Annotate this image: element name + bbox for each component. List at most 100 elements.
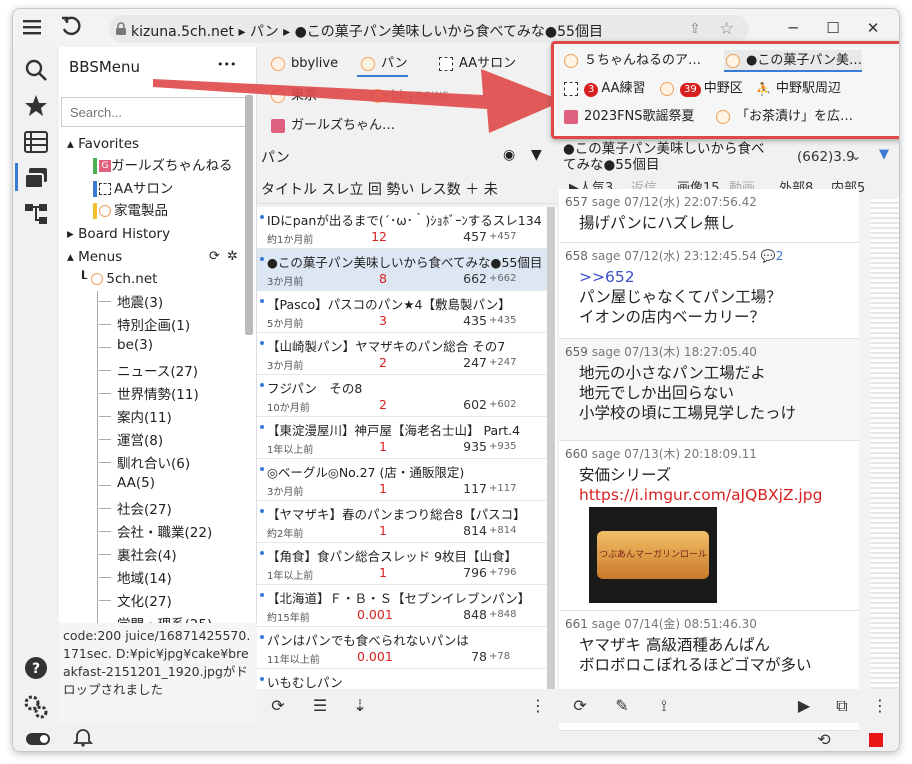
category-item[interactable]: 地震(3) [117,291,163,311]
unread-dot [260,467,264,471]
thread-row[interactable]: フジパン その8 10か月前 2 602 +602 [257,375,547,417]
post: 657 sage 07/12(水) 22:07:56.42 揚げパンにハズレ無し [559,189,859,243]
category-item[interactable]: 特別企画(1) [117,314,190,334]
tree-icon[interactable] [23,201,49,231]
popup-tab[interactable]: ⛹ 中野駅周辺 [754,78,841,100]
thread-title: ◎ベーグル◎No.27 (店・通販限定) [267,465,465,480]
thread-filter-icon[interactable]: ▼ [879,147,889,162]
thread-row[interactable]: 【Pasco】パスコのパン★4【敷島製パン】 5か月前 3 435 +435 [257,291,547,333]
category-item[interactable]: 馴れ合い(6) [117,452,190,472]
post-number[interactable]: 661 [565,617,588,631]
category-item[interactable]: 社会(27) [117,498,172,518]
close-button[interactable]: ✕ [859,15,887,41]
board-title: パン [261,150,290,166]
favorite-girls[interactable]: G ガールズちゃんねる [93,155,233,177]
category-item[interactable]: 地域(14) [117,567,172,587]
thread-scrollbar[interactable] [871,199,899,693]
post-body-line: 地元でしか出回らない [579,384,735,402]
reload-thread-icon[interactable]: ⟳ [569,695,591,717]
thread-row[interactable]: 【ヤマザキ】春のパンまつり総合8【パスコ】 約2年前 1 814 +814 [257,501,547,543]
filter-icon[interactable]: ▼ [531,147,542,163]
tree-view-icon[interactable]: ⟟ [653,695,675,717]
thread-row[interactable]: 【山崎製パン】ヤマザキのパン総合 その7 3か月前 2 247 +247 [257,333,547,375]
category-item[interactable]: 世界情勢(11) [117,383,199,403]
bell-icon[interactable] [72,727,94,751]
thread-kebab-icon[interactable]: ⋮ [869,695,891,717]
category-item[interactable]: 運営(8) [117,429,163,449]
refresh-menu-icon[interactable]: ⟳ [209,246,220,268]
tree-branch [99,324,111,325]
popup-tab[interactable]: 「お茶漬け」を広… [714,106,853,128]
thread-row[interactable]: いもむしパン [257,669,547,689]
thread-age: 3か月前 [267,361,304,372]
board-columns[interactable]: タイトル スレ立 回 勢い レス数 ＋ 未 [261,179,498,199]
thread-row[interactable]: パンはパンでも食べられないパンは 11年以上前 0.001 78 +78 [257,627,547,669]
search-icon[interactable] [23,57,49,87]
menu-icon[interactable] [21,15,45,39]
chevron-down-icon[interactable]: ⌄ [851,149,861,163]
category-item[interactable]: 案内(11) [117,406,172,426]
maximize-button[interactable]: ☐ [819,15,847,41]
reply-number[interactable]: 2 [776,249,784,263]
category-item[interactable]: 文化(27) [117,590,172,610]
popup-tab[interactable]: ●この菓子パン美… [724,50,862,72]
category-item[interactable]: 会社・職業(22) [117,521,212,541]
popup-tab[interactable]: 2023FNS歌謡祭夏 [562,106,695,128]
thread-list-scrollbar[interactable] [547,207,555,689]
thread-row[interactable]: 【東淀漫屋川】神戸屋【海老名士山】 Part.4 1年以上前 1 935 +935 [257,417,547,459]
post-date: 07/14(金) 08:51:46.30 [624,617,757,631]
thread-row[interactable]: ◎ベーグル◎No.27 (店・通販限定) 3か月前 1 117 +117 [257,459,547,501]
sync-icon[interactable]: ⟲ [813,729,835,751]
category-item[interactable]: 裏社会(4) [117,544,177,564]
share-icon[interactable]: ⇪ [689,21,701,37]
favorite-aa[interactable]: AAサロン [93,178,173,200]
edit-icon[interactable]: ✎ [611,695,633,717]
disc-icon[interactable]: ◉ [503,147,515,163]
category-item[interactable]: AA(5) [117,475,155,491]
category-item[interactable]: be(3) [117,337,153,353]
reload-icon[interactable] [59,15,83,39]
help-icon[interactable]: ? [23,655,49,685]
popup-tab[interactable]: ５ちゃんねるのア… [562,50,701,72]
star-icon[interactable]: ☆ [719,19,734,39]
site-node[interactable]: ┖ 5ch.net [79,268,157,290]
stop-icon[interactable] [869,733,883,747]
post-number[interactable]: 659 [565,345,588,359]
thread-count: 796 [463,565,487,580]
reply-count[interactable]: 💬2 [761,249,784,263]
favorites-star-icon[interactable] [23,93,49,123]
kebab-icon[interactable]: ⋮ [527,695,549,717]
settings-icon[interactable] [23,693,49,723]
toggle-icon[interactable] [25,731,51,751]
post-number[interactable]: 658 [565,249,588,263]
menus-node[interactable]: ▴ Menus [67,246,122,268]
post-mail: sage [591,447,621,461]
sort-desc-icon[interactable]: ⇣ [349,695,371,717]
favorite-kaden[interactable]: 家電製品 [93,200,168,222]
play-icon[interactable]: ▶ [793,695,815,717]
refresh-icon[interactable]: ⟳ [267,695,289,717]
thread-row[interactable]: 【角食】食パン総合スレッド 9枚目【山食】 1年以上前 1 796 +796 [257,543,547,585]
share-thread-icon[interactable]: ⧉ [831,695,853,717]
post-image[interactable]: つぶあんマーガリンロール [589,507,717,603]
post-link[interactable]: >>652 [579,267,635,287]
tree-branch [99,531,111,532]
post-number[interactable]: 660 [565,447,588,461]
list-icon[interactable] [23,129,49,159]
thread-row[interactable]: ●この菓子パン美味しいから食べてみな●55個目 3か月前 8 662 +662 [257,249,547,291]
post-link[interactable]: https://i.imgur.com/aJQBXjZ.jpg [579,485,822,505]
popup-tab[interactable]: 39 中野区 [658,78,743,100]
post-body-line: 小学校の頃に工場見学したっけ [579,404,797,422]
popup-tab[interactable]: 3 AA練習 [562,78,646,100]
post-number[interactable]: 657 [565,195,588,209]
menu-settings-icon[interactable]: ✲ [227,246,238,268]
sort-number-icon[interactable]: ☰ [309,695,331,717]
category-item[interactable]: ニュース(27) [117,360,198,380]
threads-icon[interactable] [23,165,49,195]
lock-icon [115,22,127,35]
favorites-node[interactable]: ▴ Favorites [67,133,139,155]
thread-row[interactable]: IDにpanが出るまで(´･ω･｀)ｼｮﾎﾞｰﾝするスレ134 約1か月前 12 45… [257,207,547,249]
thread-row[interactable]: 【北海道】Ｆ・Ｂ・Ｓ【セブンイレブンパン】 約15年前 0.001 848 +848 [257,585,547,627]
board-history-node[interactable]: ▸ Board History [67,223,170,245]
minimize-button[interactable]: ─ [779,15,807,41]
